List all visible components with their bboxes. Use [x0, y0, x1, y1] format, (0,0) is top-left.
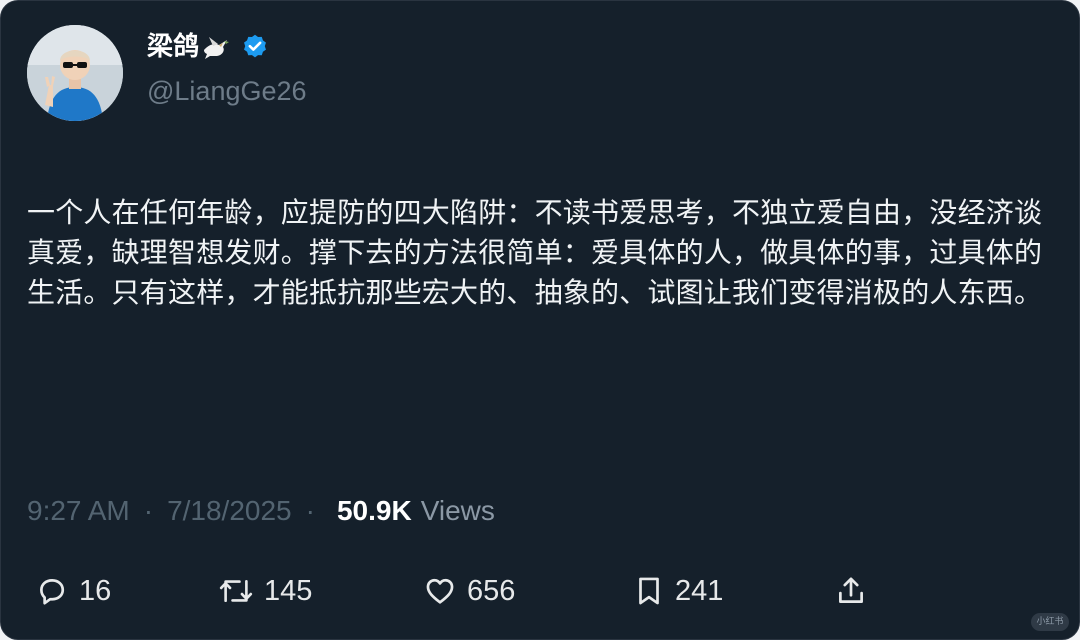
retweet-button[interactable]: 145 — [218, 569, 312, 613]
meta-separator: · — [143, 495, 154, 526]
name-row: 梁鸽 — [147, 29, 269, 65]
heart-icon — [426, 578, 454, 604]
bookmark-button[interactable]: 241 — [633, 569, 723, 613]
avatar[interactable] — [27, 25, 123, 121]
retweet-count: 145 — [264, 574, 313, 607]
avatar-image — [27, 25, 123, 121]
reply-count: 16 — [79, 574, 112, 607]
action-bar: 16 145 656 241 — [1, 569, 1079, 613]
meta-separator: · — [305, 495, 315, 526]
views-count: 50.9K — [336, 495, 412, 526]
tweet-meta: 9:27 AM · 7/18/2025 · 50.9K Views — [27, 491, 495, 531]
share-button[interactable] — [834, 569, 868, 613]
bookmark-count: 241 — [675, 574, 724, 607]
share-icon — [839, 577, 863, 603]
verified-badge-icon — [241, 33, 269, 61]
dove-icon — [201, 34, 231, 60]
tweet-card: 梁鸽 @LiangGe26 一个人在任何年龄，应提防的四大陷阱：不读书爱思考，不… — [0, 0, 1080, 640]
retweet-icon — [219, 579, 253, 603]
reply-icon — [40, 579, 65, 605]
tweet-date[interactable]: 7/18/2025 — [167, 495, 292, 527]
like-count: 656 — [467, 574, 516, 607]
bookmark-icon — [639, 577, 659, 605]
watermark: 小红书 — [1031, 613, 1069, 631]
like-button[interactable]: 656 — [423, 569, 515, 613]
tweet-time[interactable]: 9:27 AM — [27, 495, 130, 527]
tweet-text: 一个人在任何年龄，应提防的四大陷阱：不读书爱思考，不独立爱自由，没经济谈真爱，缺… — [27, 196, 1043, 309]
display-name[interactable]: 梁鸽 — [147, 29, 199, 65]
reply-button[interactable]: 16 — [35, 569, 111, 613]
views-label: Views — [420, 495, 495, 526]
user-handle[interactable]: @LiangGe26 — [147, 73, 307, 109]
